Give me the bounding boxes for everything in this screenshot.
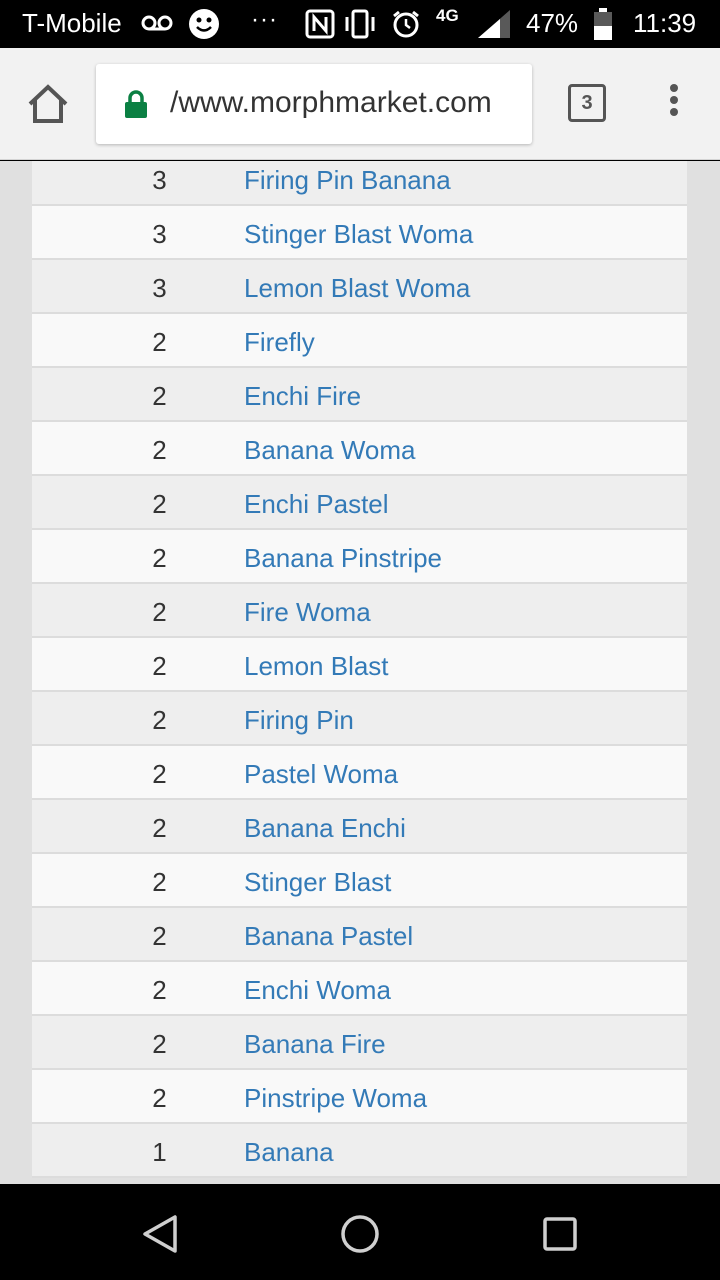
battery-icon [594,8,612,40]
morph-link[interactable]: Banana Fire [244,1029,386,1060]
morph-link[interactable]: Stinger Blast Woma [244,219,473,250]
browser-toolbar: /www.morphmarket.com 3 [0,48,720,160]
morph-count-table: 3 Firing Pin Banana 3 Stinger Blast Woma… [32,161,687,1178]
morph-link[interactable]: Pastel Woma [244,759,398,790]
system-nav-bar [0,1184,720,1280]
morph-link[interactable]: Firefly [244,327,315,358]
morph-link[interactable]: Banana Pastel [244,921,413,952]
morph-link[interactable]: Enchi Fire [244,381,361,412]
lock-icon [125,90,147,118]
morph-link[interactable]: Banana Woma [244,435,416,466]
menu-dot [670,96,678,104]
morph-link[interactable]: Lemon Blast [244,651,389,682]
table-row: 2 Stinger Blast [32,854,687,908]
table-row: 2 Firing Pin [32,692,687,746]
signal-icon [478,10,510,38]
battery-percent: 47% [526,8,579,38]
morph-link[interactable]: Banana Enchi [244,813,406,844]
table-row: 2 Banana Pastel [32,908,687,962]
table-row: 2 Enchi Pastel [32,476,687,530]
alarm-icon [393,10,419,38]
morph-link[interactable]: Lemon Blast Woma [244,273,470,304]
home-icon[interactable] [26,82,70,126]
menu-dot [670,108,678,116]
page-content[interactable]: 3 Firing Pin Banana 3 Stinger Blast Woma… [0,161,720,1184]
vibrate-icon [345,9,375,39]
morph-link[interactable]: Stinger Blast [244,867,391,898]
more-notifications: ··· [251,6,278,33]
morph-link[interactable]: Firing Pin [244,705,354,736]
table-row: 3 Firing Pin Banana [32,161,687,206]
carrier-label: T-Mobile [22,8,122,38]
table-row: 2 Lemon Blast [32,638,687,692]
table-row: 2 Fire Woma [32,584,687,638]
table-row: 3 Stinger Blast Woma [32,206,687,260]
morph-link[interactable]: Banana Pinstripe [244,543,442,574]
url-text: /www.morphmarket.com [170,86,492,119]
home-circle-icon[interactable] [340,1214,380,1254]
network-type: 4G [436,6,459,25]
table-row: 2 Banana Enchi [32,800,687,854]
voicemail-icon [141,15,173,31]
table-row: 2 Pinstripe Woma [32,1070,687,1124]
morph-link[interactable]: Fire Woma [244,597,371,628]
morph-link[interactable]: Enchi Pastel [244,489,389,520]
morph-link[interactable]: Pinstripe Woma [244,1083,427,1114]
menu-icon[interactable] [664,84,684,124]
nfc-icon [305,9,335,39]
table-row: 2 Banana Fire [32,1016,687,1070]
morph-link[interactable]: Enchi Woma [244,975,391,1006]
status-bar: T-Mobile ··· 4G 47% 11:39 [0,0,720,48]
table-row: 2 Firefly [32,314,687,368]
clock: 11:39 [633,8,697,38]
recents-icon[interactable] [542,1216,578,1252]
table-row: 2 Enchi Woma [32,962,687,1016]
table-row: 3 Lemon Blast Woma [32,260,687,314]
table-row: 1 Banana [32,1124,687,1178]
table-row: 2 Pastel Woma [32,746,687,800]
morph-link[interactable]: Banana [244,1137,334,1168]
smiley-icon [189,9,219,39]
menu-dot [670,84,678,92]
tabs-icon[interactable]: 3 [568,84,606,122]
address-bar[interactable]: /www.morphmarket.com [96,64,532,144]
table-row: 2 Banana Woma [32,422,687,476]
back-icon[interactable] [142,1214,178,1254]
morph-link[interactable]: Firing Pin Banana [244,165,451,196]
table-row: 2 Banana Pinstripe [32,530,687,584]
table-row: 2 Enchi Fire [32,368,687,422]
